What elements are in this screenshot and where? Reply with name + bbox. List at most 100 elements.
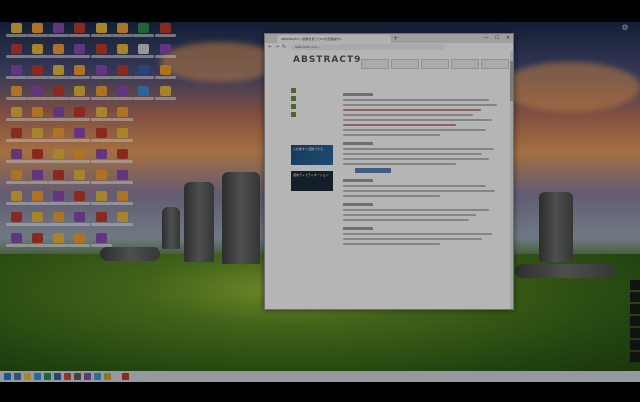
side-button[interactable] xyxy=(630,328,640,338)
desktop-icon[interactable] xyxy=(112,212,133,230)
desktop-icon[interactable] xyxy=(112,107,133,125)
desktop-icon[interactable] xyxy=(112,170,133,188)
desktop-icon[interactable] xyxy=(112,149,133,167)
desktop-icon[interactable] xyxy=(69,23,90,41)
address-input[interactable]: abstract9.com/… xyxy=(291,44,445,50)
desktop-icon[interactable] xyxy=(27,212,48,230)
reload-button[interactable]: ↻ xyxy=(282,43,286,51)
desktop-icon[interactable] xyxy=(48,44,69,62)
desktop-icon[interactable] xyxy=(6,107,27,125)
site-nav-item[interactable] xyxy=(421,59,449,69)
desktop-icon[interactable] xyxy=(69,212,90,230)
link-button[interactable] xyxy=(355,168,391,173)
desktop-icon[interactable] xyxy=(48,212,69,230)
search-icon[interactable] xyxy=(14,373,21,380)
app-icon[interactable] xyxy=(74,373,81,380)
desktop-icon[interactable] xyxy=(27,233,48,251)
app-icon[interactable] xyxy=(94,373,101,380)
desktop-icon[interactable] xyxy=(133,86,154,104)
desktop-icon[interactable] xyxy=(27,191,48,209)
browser-tab[interactable]: ABSTRACT9 ～画像を使ってPCを自動操作～ xyxy=(277,35,391,43)
new-tab-button[interactable]: + xyxy=(393,35,398,42)
desktop-icon[interactable] xyxy=(91,23,112,41)
desktop-icon[interactable] xyxy=(112,44,133,62)
desktop-icon[interactable] xyxy=(6,65,27,83)
app-icon[interactable] xyxy=(44,373,51,380)
desktop-icon[interactable] xyxy=(27,86,48,104)
desktop-icon[interactable] xyxy=(69,170,90,188)
desktop-icon[interactable] xyxy=(155,44,176,62)
desktop-icon[interactable] xyxy=(48,23,69,41)
desktop-icon[interactable] xyxy=(6,233,27,251)
app-icon[interactable] xyxy=(54,373,61,380)
desktop-icon[interactable] xyxy=(155,23,176,41)
ad-banner[interactable]: 週末ディスティネーション xyxy=(291,171,333,191)
desktop-icon[interactable] xyxy=(91,65,112,83)
desktop-icon[interactable] xyxy=(69,233,90,251)
folder-icon[interactable] xyxy=(24,373,31,380)
desktop-icon[interactable] xyxy=(133,44,154,62)
site-nav-item[interactable] xyxy=(361,59,389,69)
desktop-icon[interactable] xyxy=(133,65,154,83)
desktop-icon[interactable] xyxy=(27,44,48,62)
scrollbar-thumb[interactable] xyxy=(510,61,513,101)
desktop-icon[interactable] xyxy=(91,107,112,125)
desktop-icon[interactable] xyxy=(69,65,90,83)
start-icon[interactable] xyxy=(4,373,11,380)
desktop-icon[interactable] xyxy=(48,170,69,188)
forward-button[interactable]: → xyxy=(275,43,279,51)
desktop-icon[interactable] xyxy=(91,44,112,62)
ad-banner[interactable]: 入社後すぐ活躍できる xyxy=(291,145,333,165)
desktop-icon[interactable] xyxy=(91,233,112,251)
desktop-icon[interactable] xyxy=(112,86,133,104)
page-scrollbar[interactable] xyxy=(510,51,513,309)
desktop-icon[interactable] xyxy=(112,23,133,41)
desktop-icon[interactable] xyxy=(69,128,90,146)
site-nav-item[interactable] xyxy=(451,59,479,69)
side-button[interactable] xyxy=(630,304,640,314)
desktop-icon[interactable] xyxy=(155,86,176,104)
desktop-icon[interactable] xyxy=(48,107,69,125)
desktop-icon[interactable] xyxy=(91,191,112,209)
desktop-icon[interactable] xyxy=(69,191,90,209)
app-icon[interactable] xyxy=(84,373,91,380)
desktop-icon[interactable] xyxy=(48,128,69,146)
desktop-icon[interactable] xyxy=(112,191,133,209)
desktop-icon[interactable] xyxy=(27,128,48,146)
desktop-icon[interactable] xyxy=(27,23,48,41)
site-nav-item[interactable] xyxy=(391,59,419,69)
browser-window[interactable]: ABSTRACT9 ～画像を使ってPCを自動操作～ + — ☐ ✕ ← → ↻ … xyxy=(264,33,514,310)
side-button[interactable] xyxy=(630,280,640,290)
desktop-icon[interactable] xyxy=(27,107,48,125)
desktop-icon[interactable] xyxy=(133,23,154,41)
sidebar-link[interactable] xyxy=(291,87,339,93)
side-button[interactable] xyxy=(630,316,640,326)
close-button[interactable]: ✕ xyxy=(503,34,513,43)
desktop-icon[interactable] xyxy=(27,65,48,83)
desktop-icon[interactable] xyxy=(91,149,112,167)
desktop-icon[interactable] xyxy=(6,149,27,167)
desktop-icon[interactable] xyxy=(27,170,48,188)
sidebar-link[interactable] xyxy=(291,103,339,109)
desktop-icon[interactable] xyxy=(155,65,176,83)
minimize-button[interactable]: — xyxy=(481,34,491,43)
browser-icon[interactable] xyxy=(34,373,41,380)
desktop-icon[interactable] xyxy=(69,107,90,125)
maximize-button[interactable]: ☐ xyxy=(492,34,502,43)
desktop-icon[interactable] xyxy=(6,212,27,230)
desktop-icon[interactable] xyxy=(48,65,69,83)
site-logo[interactable]: ABSTRACT9 xyxy=(293,55,361,65)
sidebar-link[interactable] xyxy=(291,111,339,117)
side-button[interactable] xyxy=(630,340,640,350)
side-button[interactable] xyxy=(630,352,640,362)
desktop-icon[interactable] xyxy=(6,44,27,62)
desktop-icon[interactable] xyxy=(112,128,133,146)
desktop-icon[interactable] xyxy=(91,212,112,230)
desktop-icon[interactable] xyxy=(48,149,69,167)
back-button[interactable]: ← xyxy=(268,43,272,51)
desktop-icon[interactable] xyxy=(112,65,133,83)
desktop-icon[interactable] xyxy=(27,149,48,167)
side-button[interactable] xyxy=(630,292,640,302)
desktop-icon[interactable] xyxy=(91,170,112,188)
desktop-icon[interactable] xyxy=(48,191,69,209)
